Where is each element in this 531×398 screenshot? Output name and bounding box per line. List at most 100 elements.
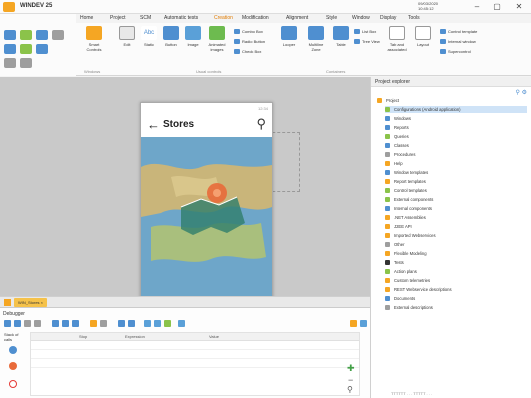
test-window-icon[interactable] bbox=[36, 44, 48, 54]
expression-icon[interactable] bbox=[62, 320, 69, 327]
multiline-zone-button[interactable]: Multiline Zone bbox=[304, 26, 328, 52]
step-over-icon[interactable] bbox=[14, 320, 21, 327]
refresh-icon[interactable] bbox=[52, 30, 64, 40]
clear-icon[interactable] bbox=[154, 320, 161, 327]
tree-item[interactable]: Custom telemetries bbox=[385, 277, 527, 284]
undo-icon[interactable] bbox=[4, 58, 16, 68]
internal-window-item[interactable]: Internal window bbox=[440, 39, 476, 45]
error-icon[interactable] bbox=[9, 362, 17, 370]
tree-item[interactable]: Project bbox=[377, 97, 527, 104]
tab-creation[interactable]: Creation bbox=[214, 15, 233, 21]
back-arrow-icon[interactable]: ← bbox=[147, 117, 160, 132]
tab-window[interactable]: Window bbox=[352, 15, 370, 21]
breakpoint-icon[interactable] bbox=[90, 320, 97, 327]
tree-item[interactable]: External descriptions bbox=[385, 304, 527, 311]
tab-display[interactable]: Display bbox=[380, 15, 396, 21]
column-stop[interactable]: Stop bbox=[79, 334, 87, 339]
stack-frame-icon[interactable] bbox=[9, 346, 17, 354]
search-icon[interactable]: ⚲ bbox=[256, 116, 266, 132]
tree-item[interactable]: Reports bbox=[385, 124, 527, 131]
refresh-expressions-icon[interactable] bbox=[178, 320, 185, 327]
tree-view-item[interactable]: Tree View bbox=[354, 39, 380, 45]
looper-button[interactable]: Looper bbox=[280, 26, 298, 47]
stop-debug-icon[interactable] bbox=[9, 380, 17, 388]
redo-icon[interactable] bbox=[20, 58, 32, 68]
pin-icon[interactable] bbox=[350, 320, 357, 327]
window-editor-canvas[interactable]: 12:34 ← Stores ⚲ bbox=[0, 77, 370, 296]
table-row[interactable] bbox=[31, 342, 359, 350]
tree-item[interactable]: J2EE API bbox=[385, 223, 527, 230]
tree-item[interactable]: Control templates bbox=[385, 187, 527, 194]
tab-style[interactable]: Style bbox=[326, 15, 337, 21]
button-control-button[interactable]: Button bbox=[162, 26, 180, 47]
continue-icon[interactable] bbox=[164, 320, 171, 327]
search-expression-icon[interactable]: ⚲ bbox=[347, 385, 353, 394]
tab-project[interactable]: Project bbox=[110, 15, 126, 21]
stop-icon[interactable] bbox=[100, 320, 107, 327]
tab-win-stores[interactable]: WIN_Stores × bbox=[14, 298, 48, 307]
tab-associated-button[interactable]: Tab and associated bbox=[384, 26, 410, 52]
tree-item[interactable]: Documents bbox=[385, 295, 527, 302]
tree-item[interactable]: Help bbox=[385, 160, 527, 167]
restore-button[interactable]: ▢ bbox=[490, 2, 504, 11]
tree-item[interactable]: Windows bbox=[385, 115, 527, 122]
tree-item[interactable]: REST Webservice descriptions bbox=[385, 286, 527, 293]
tree-item[interactable]: External components bbox=[385, 196, 527, 203]
tab-automatic-tests[interactable]: Automatic tests bbox=[164, 15, 198, 21]
table-row[interactable] bbox=[31, 360, 359, 368]
tree-item[interactable]: Action plans bbox=[385, 268, 527, 275]
tab-scm[interactable]: SCM bbox=[140, 15, 151, 21]
tree-item[interactable]: Other bbox=[385, 241, 527, 248]
image-control-button[interactable]: Image bbox=[184, 26, 202, 47]
tree-item[interactable]: .NET Assemblies bbox=[385, 214, 527, 221]
static-control-button[interactable]: Abc Static bbox=[140, 26, 158, 47]
close-button[interactable]: ✕ bbox=[512, 2, 526, 11]
options-icon[interactable] bbox=[118, 320, 125, 327]
new-file-icon[interactable] bbox=[4, 30, 16, 40]
tree-item[interactable]: Report templates bbox=[385, 178, 527, 185]
tab-home[interactable]: Home bbox=[80, 15, 93, 21]
compile-icon[interactable] bbox=[4, 44, 16, 54]
tree-item[interactable]: Queries bbox=[385, 133, 527, 140]
tree-item[interactable]: Internal components bbox=[385, 205, 527, 212]
column-expression[interactable]: Expression bbox=[125, 334, 145, 339]
edit-control-button[interactable]: Edit bbox=[118, 26, 136, 47]
dock-icon[interactable] bbox=[360, 320, 367, 327]
tab-tools[interactable]: Tools bbox=[408, 15, 420, 21]
tree-item[interactable]: Configurations (Android application) bbox=[385, 106, 527, 113]
open-file-icon[interactable] bbox=[20, 30, 32, 40]
save-icon[interactable] bbox=[36, 30, 48, 40]
run-to-cursor-icon[interactable] bbox=[34, 320, 41, 327]
tree-item[interactable]: Tests bbox=[385, 259, 527, 266]
map-view[interactable] bbox=[141, 137, 272, 296]
step-out-icon[interactable] bbox=[24, 320, 31, 327]
tree-item[interactable]: Flexible Modeling bbox=[385, 250, 527, 257]
add-expression-icon[interactable] bbox=[72, 320, 79, 327]
animated-images-button[interactable]: Animated images bbox=[206, 26, 228, 52]
table-row[interactable] bbox=[31, 351, 359, 359]
explorer-search-icon[interactable]: ⚲ ⚙ bbox=[516, 89, 527, 96]
expressions-table[interactable]: Stop Expression Value ✚ − ⚲ bbox=[30, 332, 360, 396]
control-template-item[interactable]: Control template bbox=[440, 29, 477, 35]
tab-alignment[interactable]: Alignment bbox=[286, 15, 308, 21]
filter-icon[interactable] bbox=[128, 320, 135, 327]
remove-expression-icon[interactable]: − bbox=[348, 375, 353, 385]
tab-modification[interactable]: Modification bbox=[242, 15, 269, 21]
tree-item[interactable]: Imported Webservices bbox=[385, 232, 527, 239]
smart-controls-button[interactable]: Smart Controls bbox=[82, 26, 106, 52]
check-box-item[interactable]: Check Box bbox=[234, 49, 261, 55]
phone-preview[interactable]: 12:34 ← Stores ⚲ bbox=[140, 102, 273, 296]
variables-icon[interactable] bbox=[144, 320, 151, 327]
tree-item[interactable]: Procedures bbox=[385, 151, 527, 158]
go-icon[interactable] bbox=[20, 44, 32, 54]
list-box-item[interactable]: List Box bbox=[354, 29, 376, 35]
minimize-button[interactable]: – bbox=[470, 2, 484, 11]
tree-item[interactable]: Window templates bbox=[385, 169, 527, 176]
supercontrol-item[interactable]: Supercontrol bbox=[440, 49, 471, 55]
step-into-icon[interactable] bbox=[4, 320, 11, 327]
column-value[interactable]: Value bbox=[209, 334, 219, 339]
add-expression-plus-icon[interactable]: ✚ bbox=[347, 363, 355, 374]
layout-button[interactable]: Layout bbox=[414, 26, 432, 47]
combo-box-item[interactable]: Combo Box bbox=[234, 29, 263, 35]
radio-button-item[interactable]: Radio Button bbox=[234, 39, 265, 45]
